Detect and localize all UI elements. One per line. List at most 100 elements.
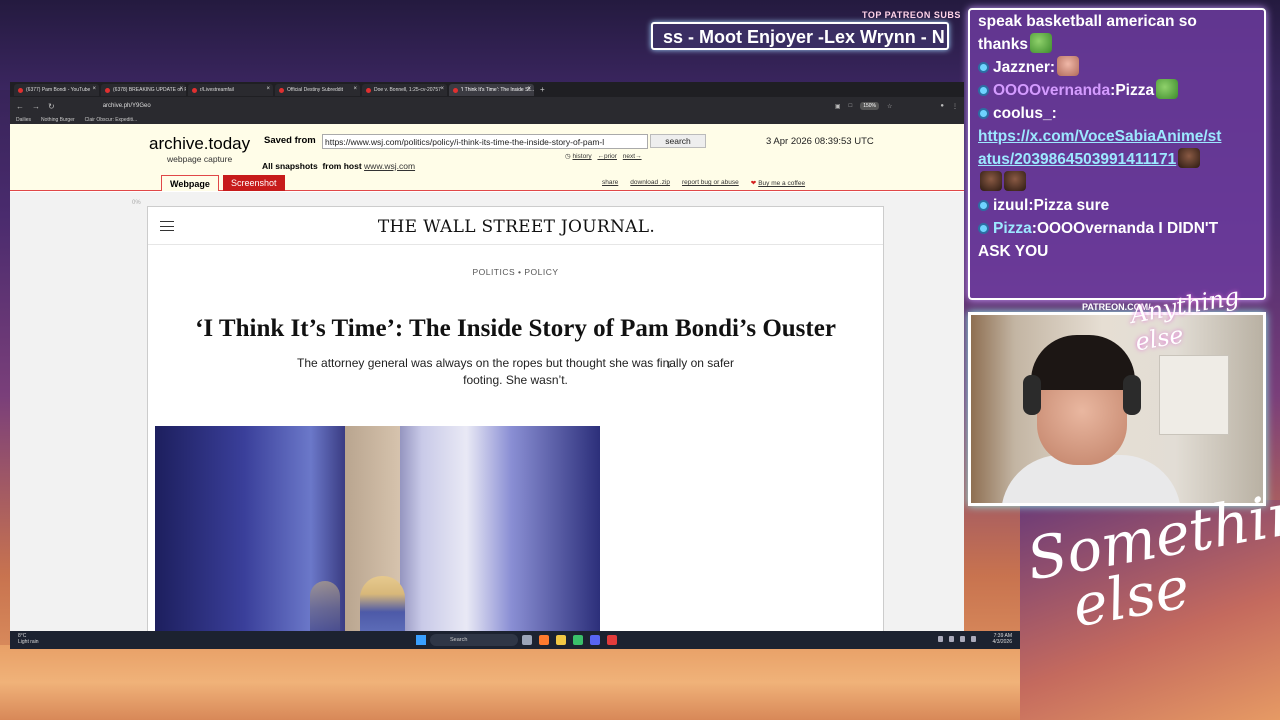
cam-dresser [1159, 355, 1229, 435]
windows-start-icon[interactable] [416, 635, 426, 645]
back-icon[interactable]: ← [16, 102, 24, 111]
forward-icon[interactable]: → [32, 102, 40, 111]
stream-chat: speak basketball american so thanks Jazzne… [968, 8, 1266, 300]
load-percent: 0% [132, 200, 141, 206]
chat-username[interactable]: Pizza [993, 220, 1032, 237]
saved-url-input[interactable]: https://www.wsj.com/politics/policy/i-th… [322, 134, 648, 149]
bookmark-star-icon[interactable]: ☆ [887, 103, 892, 110]
chat-emote-icon [1156, 79, 1179, 99]
reader-icon[interactable]: ▣ [835, 103, 841, 110]
url-field[interactable]: archive.ph/Y9Geo [103, 103, 151, 109]
tab-close-icon[interactable]: × [266, 86, 270, 92]
chat-username[interactable]: coolus_ [993, 105, 1052, 122]
chat-message: speak basketball american so [978, 10, 1256, 33]
clock-date: 4/3/2026 [992, 639, 1012, 645]
photo-reflection [310, 581, 340, 631]
browser-tab[interactable]: 'I Think It's Time': The Inside St... × [449, 83, 534, 96]
battery-icon[interactable] [971, 636, 976, 642]
weather-widget[interactable]: 8°C Light rain [18, 633, 39, 645]
saved-from-label: Saved from [264, 135, 316, 146]
browser-icon[interactable] [539, 635, 549, 645]
zoom-level[interactable]: 150% [860, 102, 879, 110]
volume-icon[interactable] [960, 636, 965, 642]
prior-link[interactable]: ←prior [597, 153, 617, 160]
reload-icon[interactable]: ↻ [48, 102, 55, 111]
article-photo [155, 426, 600, 631]
chat-separator: : [1049, 59, 1056, 76]
bookmark-item[interactable]: Clair Obscur: Expediti... [85, 117, 138, 123]
extension-icon[interactable]: ● [940, 103, 944, 109]
chat-badge-icon [978, 62, 989, 73]
tab-close-icon[interactable]: × [92, 86, 96, 92]
bookmark-item[interactable]: Dailies [16, 117, 31, 123]
discord-icon[interactable] [590, 635, 600, 645]
tab-bar: (6377) Pam Bondi - YouTube × (6378) BREAKI… [10, 82, 964, 97]
share-link[interactable]: share [602, 179, 618, 187]
taskbar-apps [522, 635, 617, 645]
tab-close-icon[interactable]: × [353, 86, 357, 92]
chat-link[interactable]: https://x.com/VoceSabiaAnime/st [978, 128, 1221, 145]
chat-emote-icon [1004, 171, 1026, 191]
chat-username[interactable]: izuul [993, 197, 1028, 214]
wsj-header: THE WALL STREET JOURNAL. [148, 207, 883, 245]
screenshot-icon[interactable]: □ [849, 103, 853, 109]
tab-webpage[interactable]: Webpage [161, 175, 219, 191]
bookmark-item[interactable]: Nothing Burger [41, 117, 75, 123]
chat-text: speak basketball american so [978, 13, 1197, 30]
browser-tab[interactable]: (6378) BREAKING UPDATE on P... × [101, 83, 186, 96]
capture-date: 3 Apr 2026 08:39:53 UTC [766, 136, 874, 147]
browser-tab[interactable]: (6377) Pam Bondi - YouTube × [14, 83, 99, 96]
coffee-link[interactable]: Buy me a coffee [758, 180, 805, 187]
chat-message: https://x.com/VoceSabiaAnime/st [978, 125, 1256, 148]
menu-icon[interactable]: ⋮ [952, 103, 958, 110]
app-icon[interactable] [573, 635, 583, 645]
chat-emote-icon [1029, 33, 1052, 53]
next-link[interactable]: next→ [623, 153, 642, 160]
chat-badge-icon [978, 200, 989, 211]
browser-window: (6377) Pam Bondi - YouTube × (6378) BREAKI… [10, 82, 964, 631]
tab-label: (6377) Pam Bondi - YouTube [26, 86, 91, 93]
task-view-icon[interactable] [522, 635, 532, 645]
tab-screenshot[interactable]: Screenshot [223, 175, 285, 191]
new-tab-icon[interactable]: + [540, 85, 545, 94]
taskbar-search[interactable]: Search [430, 634, 518, 646]
chat-username[interactable]: Jazzner [993, 59, 1050, 76]
chat-message: ASK YOU [978, 240, 1256, 263]
download-link[interactable]: download .zip [630, 179, 670, 187]
wsj-logo[interactable]: THE WALL STREET JOURNAL. [148, 217, 885, 237]
chat-message: atus/2039864503991411171 [978, 148, 1256, 171]
archive-actions: share download .zip report bug or abuse … [602, 179, 805, 187]
chat-message: izuul:Pizza sure [978, 194, 1256, 217]
tab-close-icon[interactable]: × [179, 86, 183, 92]
browser-tab[interactable]: Doe v. Bonnell, 1:25-cv-20757 × [362, 83, 447, 96]
obs-icon[interactable] [607, 635, 617, 645]
tab-close-icon[interactable]: × [527, 86, 531, 92]
clock[interactable]: 7:39 AM 4/3/2026 [993, 633, 1012, 645]
all-snapshots: All snapshots from host www.wsj.com [262, 161, 415, 171]
file-explorer-icon[interactable] [556, 635, 566, 645]
archive-subtitle: webpage capture [167, 154, 233, 164]
chat-username[interactable]: OOOOvernanda [993, 82, 1110, 99]
patreon-subs-label: TOP PATREON SUBS [862, 10, 961, 20]
wifi-icon[interactable] [949, 636, 954, 642]
tab-label: 'I Think It's Time': The Inside St... [461, 86, 534, 93]
host-link[interactable]: www.wsj.com [364, 161, 415, 171]
text-cursor-icon: ↧ [665, 360, 673, 370]
windows-taskbar: 8°C Light rain Search 7:39 AM 4/3/2026 [10, 631, 1020, 649]
archive-logo[interactable]: archive.today [149, 134, 250, 154]
history-link[interactable]: history [572, 153, 591, 160]
tab-label: (6378) BREAKING UPDATE on P... [113, 86, 186, 93]
chat-badge-icon [978, 108, 989, 119]
article-section[interactable]: POLITICS • POLICY [148, 267, 883, 277]
browser-tab[interactable]: r/Livestreamfail × [188, 83, 273, 96]
all-snapshots-label: All snapshots [262, 161, 318, 171]
chat-badge-icon [978, 85, 989, 96]
report-link[interactable]: report bug or abuse [682, 179, 739, 187]
search-button[interactable]: search [650, 134, 706, 148]
chat-link[interactable]: atus/2039864503991411171 [978, 151, 1176, 168]
tray-chevron-icon[interactable] [938, 636, 943, 642]
tab-close-icon[interactable]: × [440, 86, 444, 92]
photo-subject [360, 576, 405, 631]
chat-message: coolus_: [978, 102, 1256, 125]
browser-tab[interactable]: Official Destiny Subreddit × [275, 83, 360, 96]
